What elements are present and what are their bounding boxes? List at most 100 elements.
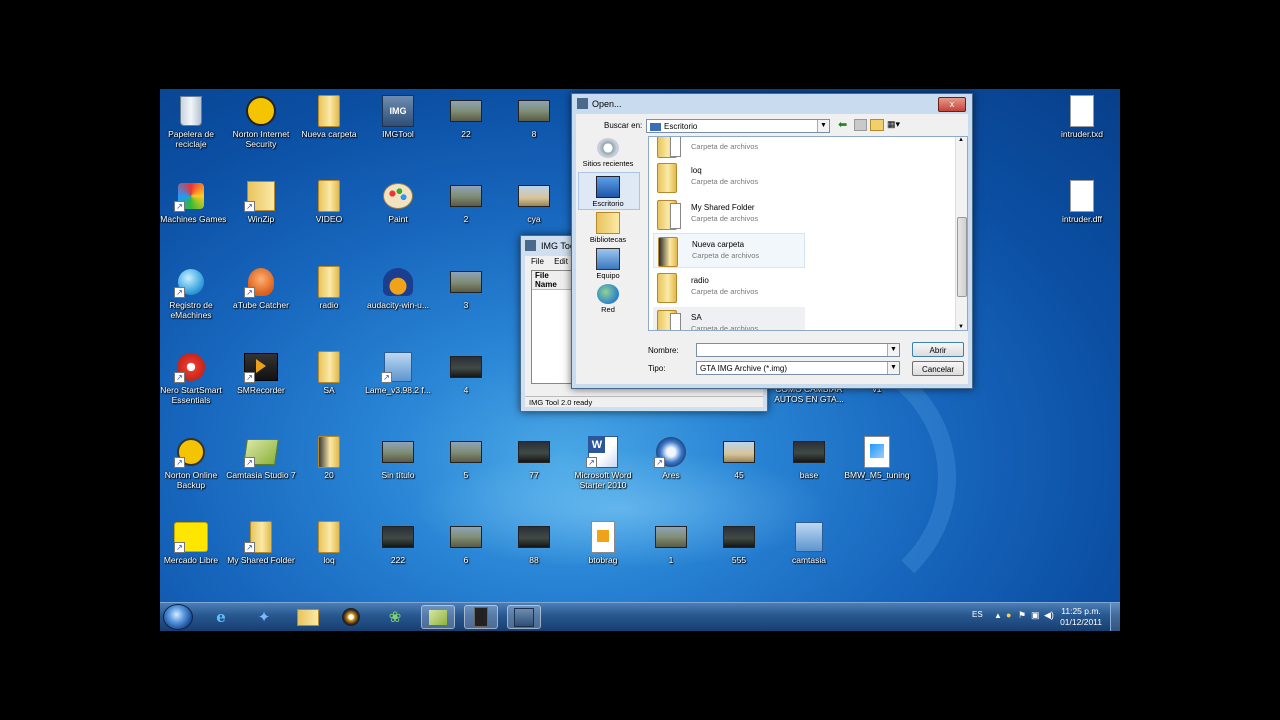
- desktop-icon-lame[interactable]: Lame_v3.98.2 f...: [362, 351, 434, 395]
- desktop-icon-btobrag[interactable]: btobrag: [567, 521, 639, 565]
- file-list[interactable]: Carpeta de archivos loq Carpeta de archi…: [648, 136, 968, 331]
- desktop-icon-base[interactable]: base: [773, 436, 845, 480]
- desktop-icon-45[interactable]: 45: [703, 436, 775, 480]
- desktop-icon-audacity[interactable]: audacity-win-u...: [362, 266, 434, 310]
- language-indicator[interactable]: ES: [972, 610, 983, 619]
- desktop-icon-registro[interactable]: Registro de eMachines: [160, 266, 227, 320]
- desktop-icon-word-starter[interactable]: W Microsoft Word Starter 2010: [567, 436, 639, 490]
- menu-file[interactable]: File: [531, 257, 544, 266]
- file-list-scrollbar[interactable]: ▲ ▼: [955, 137, 967, 330]
- show-hidden-icons-icon[interactable]: ▲: [994, 611, 1002, 620]
- desktop-icon-222[interactable]: 222: [362, 521, 434, 565]
- imgtool-icon[interactable]: [507, 605, 541, 629]
- desktop-icon-atube-catcher[interactable]: aTube Catcher: [225, 266, 297, 310]
- desktop-icon-norton-backup[interactable]: Norton Online Backup: [160, 436, 227, 490]
- camtasia-icon[interactable]: [421, 605, 455, 629]
- start-button[interactable]: [163, 604, 193, 630]
- place-recent[interactable]: Sitios recientes: [578, 138, 638, 168]
- desktop-icon-bmw-m5-tuning[interactable]: BMW_M5_tuning: [841, 436, 913, 480]
- desktop-icon-camtasia[interactable]: camtasia: [773, 521, 845, 565]
- chevron-down-icon: ▼: [817, 120, 829, 132]
- desktop-icon-imgtool[interactable]: IMG IMGTool: [362, 95, 434, 139]
- place-network[interactable]: Red: [578, 284, 638, 314]
- scrollbar-thumb[interactable]: [957, 217, 967, 297]
- clock[interactable]: 11:25 p.m. 01/12/2011: [1060, 606, 1102, 628]
- windows-media-center-icon[interactable]: ✦: [247, 605, 281, 629]
- desktop-icon-paint[interactable]: Paint: [362, 180, 434, 224]
- icon-label: loq: [323, 555, 335, 565]
- desktop-icon-radio[interactable]: radio: [293, 266, 365, 310]
- desktop-icon-sa[interactable]: SA: [293, 351, 365, 395]
- place-libraries[interactable]: Bibliotecas: [578, 212, 638, 244]
- desktop-icon-88[interactable]: 88: [498, 521, 570, 565]
- file-type-select[interactable]: GTA IMG Archive (*.img) ▼: [696, 361, 900, 375]
- menu-edit[interactable]: Edit: [554, 257, 568, 266]
- place-computer[interactable]: Equipo: [578, 248, 638, 280]
- desktop-icon-555[interactable]: 555: [703, 521, 775, 565]
- recorder-icon[interactable]: [464, 605, 498, 629]
- action-center-icon[interactable]: ⚑: [1018, 610, 1026, 621]
- desktop-icon-my-shared-folder[interactable]: My Shared Folder: [225, 521, 297, 565]
- desktop-icon-cya[interactable]: cya: [498, 180, 570, 224]
- desktop-icon-20[interactable]: 20: [293, 436, 365, 480]
- desktop-icon-5[interactable]: 5: [430, 436, 502, 480]
- desktop-icon-recycle-bin[interactable]: Papelera de reciclaje: [160, 95, 227, 149]
- chevron-down-icon: ▼: [887, 362, 899, 374]
- volume-icon[interactable]: ◀): [1044, 610, 1054, 621]
- internet-explorer-icon[interactable]: e: [204, 605, 238, 629]
- desktop-icon-8[interactable]: 8: [498, 95, 570, 139]
- back-icon[interactable]: ⬅: [838, 118, 847, 131]
- desktop-icon-3[interactable]: 3: [430, 266, 502, 310]
- desktop-icon-2[interactable]: 2: [430, 180, 502, 224]
- open-dialog[interactable]: Open... x Buscar en: Escritorio ▼ ⬅ ▦▾ S…: [571, 93, 973, 389]
- up-folder-icon[interactable]: [854, 119, 867, 131]
- desktop-icon-ares[interactable]: Ares: [635, 436, 707, 480]
- file-item-my-shared-folder[interactable]: My Shared Folder Carpeta de archivos: [653, 197, 805, 232]
- windows-explorer-icon[interactable]: [291, 605, 325, 629]
- desktop-icon-video[interactable]: VIDEO: [293, 180, 365, 224]
- image-thumbnail-icon: [517, 521, 551, 553]
- desktop-icon-camtasia-studio[interactable]: Camtasia Studio 7: [225, 436, 297, 480]
- desktop-icon-4[interactable]: 4: [430, 351, 502, 395]
- desktop-icon-77[interactable]: 77: [498, 436, 570, 480]
- desktop-icon-loq[interactable]: loq: [293, 521, 365, 565]
- messenger-icon[interactable]: ❀: [378, 605, 412, 629]
- view-menu-icon[interactable]: ▦▾: [887, 119, 900, 130]
- desktop-icon-6[interactable]: 6: [430, 521, 502, 565]
- desktop-icon-intruder-dff[interactable]: intruder.dff: [1046, 180, 1118, 224]
- desktop-icon-22[interactable]: 22: [430, 95, 502, 139]
- desktop-icon-emachines-games[interactable]: eMachines Games: [160, 180, 227, 224]
- file-item-radio[interactable]: radio Carpeta de archivos: [653, 270, 805, 305]
- scroll-down-icon[interactable]: ▼: [958, 324, 964, 330]
- open-button[interactable]: Abrir: [912, 342, 964, 357]
- dialog-titlebar[interactable]: Open... x: [572, 94, 972, 114]
- desktop-icon-norton-internet-security[interactable]: Norton Internet Security: [225, 95, 297, 149]
- desktop-icon-intruder-txd[interactable]: intruder.txd: [1046, 95, 1118, 139]
- desktop-icon-nueva-carpeta[interactable]: Nueva carpeta: [293, 95, 365, 139]
- place-desktop[interactable]: Escritorio: [578, 176, 638, 208]
- network-tray-icon[interactable]: ▣: [1031, 610, 1040, 621]
- nero-icon[interactable]: [334, 605, 368, 629]
- column-header-file-name[interactable]: File Name: [532, 271, 572, 290]
- desktop-icon-nero[interactable]: Nero StartSmart Essentials: [160, 351, 227, 405]
- file-name-input[interactable]: ▼: [696, 343, 900, 357]
- lookin-combo[interactable]: Escritorio ▼: [646, 119, 830, 133]
- scroll-up-icon[interactable]: ▲: [958, 137, 964, 143]
- desktop-icon-mercado-libre[interactable]: Mercado Libre: [160, 521, 227, 565]
- document-icon: [860, 436, 894, 468]
- cancel-button[interactable]: Cancelar: [912, 361, 964, 376]
- norton-tray-icon[interactable]: ●: [1006, 610, 1011, 620]
- file-item-loq[interactable]: loq Carpeta de archivos: [653, 160, 805, 195]
- desktop-icon-1[interactable]: 1: [635, 521, 707, 565]
- imgtool-file-list[interactable]: File Name: [531, 270, 573, 384]
- desktop-icon-smrecorder[interactable]: SMRecorder: [225, 351, 297, 395]
- image-thumbnail-icon: [449, 351, 483, 383]
- dialog-close-button[interactable]: x: [938, 97, 966, 112]
- show-desktop-button[interactable]: [1110, 603, 1120, 631]
- desktop-icon-sin-titulo[interactable]: Sin título: [362, 436, 434, 480]
- file-item-sa[interactable]: SA Carpeta de archivos: [653, 307, 805, 330]
- new-folder-icon[interactable]: [870, 119, 884, 131]
- desktop-icon-winzip[interactable]: WinZip: [225, 180, 297, 224]
- file-item[interactable]: Carpeta de archivos: [653, 137, 805, 160]
- file-item-nueva-carpeta[interactable]: Nueva carpeta Carpeta de archivos: [653, 233, 805, 268]
